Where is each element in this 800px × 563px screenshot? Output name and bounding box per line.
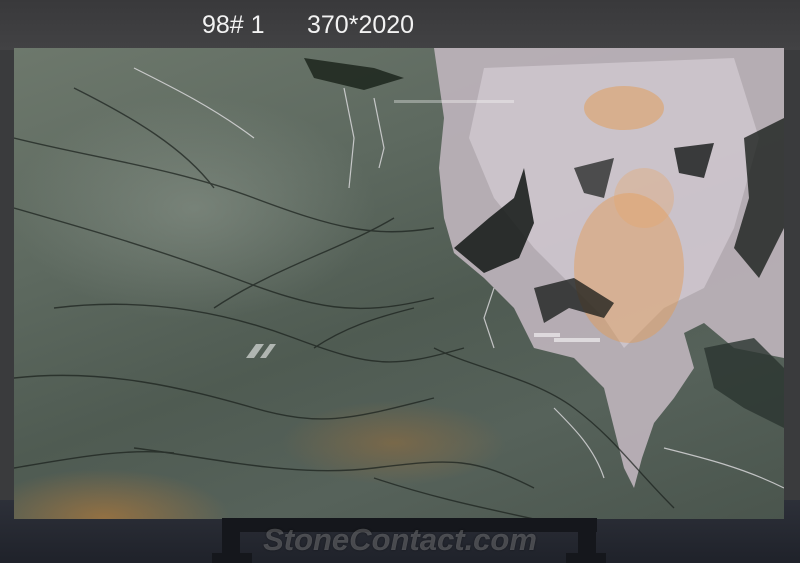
orange-glow-2 <box>584 86 664 130</box>
watermark: StoneContact.com <box>263 522 537 557</box>
display-stand-foot-right <box>566 553 606 563</box>
slab-dimensions: 370*2020 <box>307 11 415 39</box>
display-stand-foot-left <box>212 553 252 563</box>
slab-label: 98# 1 370*2020 <box>0 8 800 42</box>
slab-number: 98# 1 <box>202 11 265 39</box>
marble-veining <box>14 48 784 519</box>
orange-glow-3 <box>614 168 674 228</box>
dark-fissure <box>304 58 404 90</box>
marble-slab-photo <box>14 48 784 519</box>
